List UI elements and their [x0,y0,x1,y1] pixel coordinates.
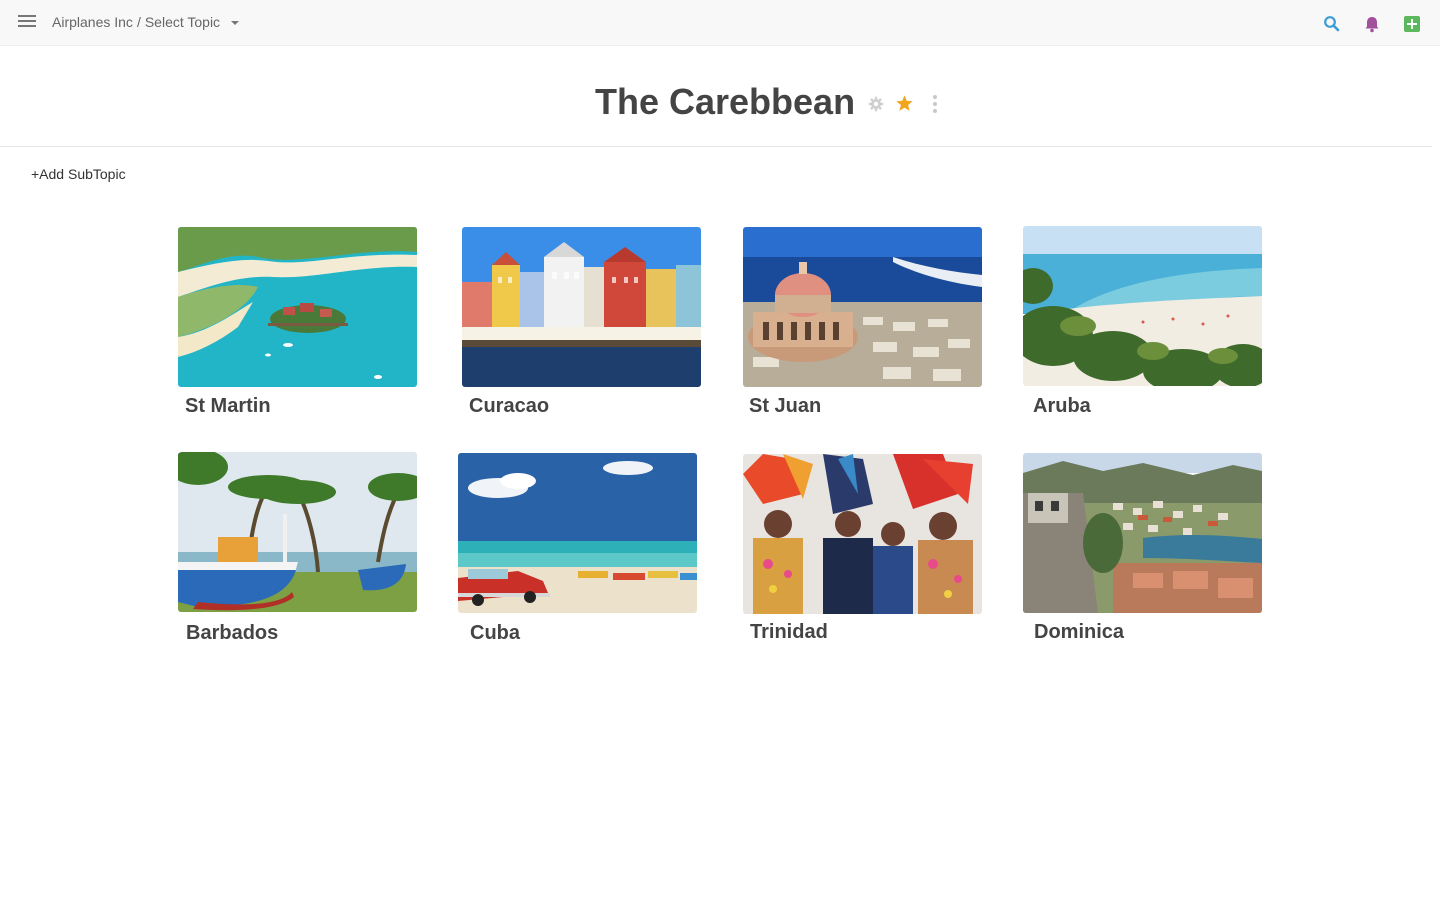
subtopic-image[interactable] [178,452,417,612]
subtopic-label[interactable]: St Martin [185,395,271,418]
more-vertical-icon[interactable] [931,95,939,113]
subtopic-card-barbados[interactable]: Barbados [178,452,417,644]
subtopic-label[interactable]: Dominica [1034,621,1124,644]
subtopic-card-trinidad[interactable]: Trinidad [743,454,982,643]
subtopic-label[interactable]: St Juan [749,395,821,418]
subtopic-card-st-juan[interactable]: St Juan [743,227,982,417]
chevron-down-icon[interactable] [231,21,240,25]
subtopic-label[interactable]: Aruba [1033,395,1091,418]
breadcrumb-separator: / [136,14,141,30]
subtopic-card-cuba[interactable]: Cuba [458,453,697,644]
top-bar: Airplanes Inc / Select Topic [0,0,1440,46]
breadcrumb[interactable]: Airplanes Inc / Select Topic [52,14,240,30]
subtopic-label[interactable]: Barbados [186,622,278,645]
subtopic-image[interactable] [1023,226,1262,386]
subtopic-image[interactable] [743,227,982,387]
subtopic-label[interactable]: Curacao [469,395,549,418]
search-icon[interactable] [1322,14,1342,34]
subtopic-image[interactable] [1023,453,1262,613]
subtopic-label[interactable]: Trinidad [750,621,828,644]
subtopic-card-curacao[interactable]: Curacao [462,227,701,417]
gear-icon[interactable] [867,95,885,113]
subtopic-label[interactable]: Cuba [470,622,520,645]
add-icon[interactable] [1402,14,1422,34]
subtopic-image[interactable] [178,227,417,387]
subtopic-image[interactable] [462,227,701,387]
page-title: The Carebbean [595,81,856,122]
subtopic-card-aruba[interactable]: Aruba [1023,226,1262,417]
subtopic-card-dominica[interactable]: Dominica [1023,453,1262,643]
company-name[interactable]: Airplanes Inc [52,14,133,30]
add-subtopic-button[interactable]: +Add SubTopic [31,166,126,182]
menu-icon[interactable] [18,15,36,29]
page-header: The Carebbean [0,47,1432,147]
bell-icon[interactable] [1362,14,1382,34]
topic-selector[interactable]: Select Topic [145,14,220,30]
star-icon[interactable] [895,94,914,113]
subtopic-image[interactable] [458,453,697,613]
subtopic-image[interactable] [743,454,982,614]
subtopic-card-st-martin[interactable]: St Martin [178,227,417,417]
